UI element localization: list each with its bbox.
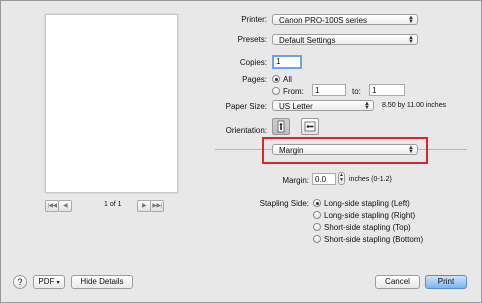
paper-dimensions: 8.50 by 11.00 inches [382, 102, 447, 109]
last-page-button[interactable]: ▶▶| [150, 200, 164, 212]
presets-label: Presets: [237, 35, 267, 44]
pages-from-field[interactable]: 1 [312, 84, 346, 96]
updown-arrows-icon: ▲ ▼ [408, 15, 414, 25]
print-button[interactable]: Print [425, 275, 467, 289]
printer-value: Canon PRO-100S series [279, 16, 368, 25]
landscape-icon [304, 121, 316, 132]
copies-field[interactable]: 1 [272, 55, 302, 69]
stapling-option-label: Short-side stapling (Top) [324, 223, 411, 232]
pages-from-radio[interactable] [272, 87, 280, 95]
page-preview [45, 14, 178, 193]
first-page-button[interactable]: |◀◀ [45, 200, 59, 212]
pages-from-label: From: [283, 87, 304, 96]
printer-popup[interactable]: Canon PRO-100S series ▲ ▼ [272, 14, 418, 25]
orientation-label: Orientation: [225, 126, 267, 135]
stapling-option-radio[interactable] [313, 199, 321, 207]
stapling-option-radio[interactable] [313, 211, 321, 219]
pages-to-label: to: [352, 87, 361, 96]
presets-popup[interactable]: Default Settings ▲ ▼ [272, 34, 418, 45]
section-popup-value: Margin [279, 146, 304, 155]
printer-label: Printer: [241, 15, 267, 24]
pages-all-radio[interactable] [272, 75, 280, 83]
pdf-label: PDF [38, 277, 55, 286]
paper-size-popup[interactable]: US Letter ▲ ▼ [272, 100, 374, 111]
pages-all-label: All [283, 75, 292, 84]
copies-label: Copies: [239, 58, 267, 67]
stapling-option-label: Long-side stapling (Left) [324, 199, 410, 208]
pages-label: Pages: [242, 75, 267, 84]
hide-details-button[interactable]: Hide Details [71, 275, 133, 289]
section-popup[interactable]: Margin ▲ ▼ [272, 144, 418, 155]
pages-to-field[interactable]: 1 [369, 84, 405, 96]
stapling-option-radio[interactable] [313, 235, 321, 243]
updown-arrows-icon: ▲ ▼ [408, 145, 414, 155]
stapling-option-label: Long-side stapling (Right) [324, 211, 416, 220]
pdf-menu-button[interactable]: PDF ▾ [33, 275, 65, 289]
updown-arrows-icon: ▲ ▼ [408, 35, 414, 45]
next-page-button[interactable]: ▶ [137, 200, 151, 212]
margin-unit: inches (0-1.2) [349, 176, 392, 183]
paper-size-value: US Letter [279, 102, 313, 111]
cancel-button[interactable]: Cancel [375, 275, 420, 289]
print-dialog: |◀◀ ◀ 1 of 1 ▶ ▶▶| Printer: Canon PRO-10… [0, 0, 482, 303]
chevron-down-icon: ▾ [56, 280, 60, 286]
stapling-option-label: Short-side stapling (Bottom) [324, 235, 424, 244]
presets-value: Default Settings [279, 36, 336, 45]
help-button[interactable]: ? [13, 275, 27, 289]
stapling-side-label: Stapling Side: [259, 199, 309, 208]
margin-field[interactable]: 0.0 [312, 173, 336, 185]
updown-arrows-icon: ▲ ▼ [364, 101, 370, 111]
page-indicator: 1 of 1 [104, 201, 122, 208]
margin-stepper[interactable]: ▲ ▼ [338, 172, 345, 185]
previous-page-button[interactable]: ◀ [58, 200, 72, 212]
preview-pager: |◀◀ ◀ 1 of 1 ▶ ▶▶| [45, 200, 180, 212]
orientation-portrait-button[interactable] [272, 118, 290, 135]
stapling-option-radio[interactable] [313, 223, 321, 231]
margin-label: Margin: [282, 176, 309, 185]
portrait-icon [277, 120, 285, 133]
paper-size-label: Paper Size: [225, 102, 267, 111]
orientation-landscape-button[interactable] [301, 118, 319, 135]
